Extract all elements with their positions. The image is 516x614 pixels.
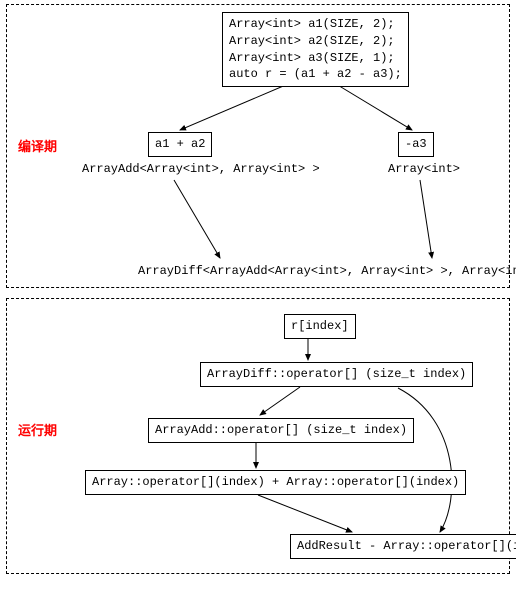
code-line: auto r = (a1 + a2 - a3); [229,66,402,83]
code-box: Array<int> a1(SIZE, 2); Array<int> a2(SI… [222,12,409,87]
right-expr-box: -a3 [398,132,434,157]
left-type-label: ArrayAdd<Array<int>, Array<int> > [82,162,320,176]
code-line: Array<int> a1(SIZE, 2); [229,16,402,33]
rindex-box: r[index] [284,314,356,339]
code-line: Array<int> a3(SIZE, 1); [229,50,402,67]
right-type-label: Array<int> [388,162,460,176]
arraydiff-box: ArrayDiff::operator[] (size_t index) [200,362,473,387]
code-line: Array<int> a2(SIZE, 2); [229,33,402,50]
arrayadd-box: ArrayAdd::operator[] (size_t index) [148,418,414,443]
bottom-type-label: ArrayDiff<ArrayAdd<Array<int>, Array<int… [138,264,516,278]
array-op-box: Array::operator[](index) + Array::operat… [85,470,466,495]
addresult-box: AddResult - Array::operator[](index) [290,534,516,559]
runtime-label: 运行期 [18,420,57,439]
left-expr-box: a1 + a2 [148,132,212,157]
compile-label: 编译期 [18,136,57,155]
